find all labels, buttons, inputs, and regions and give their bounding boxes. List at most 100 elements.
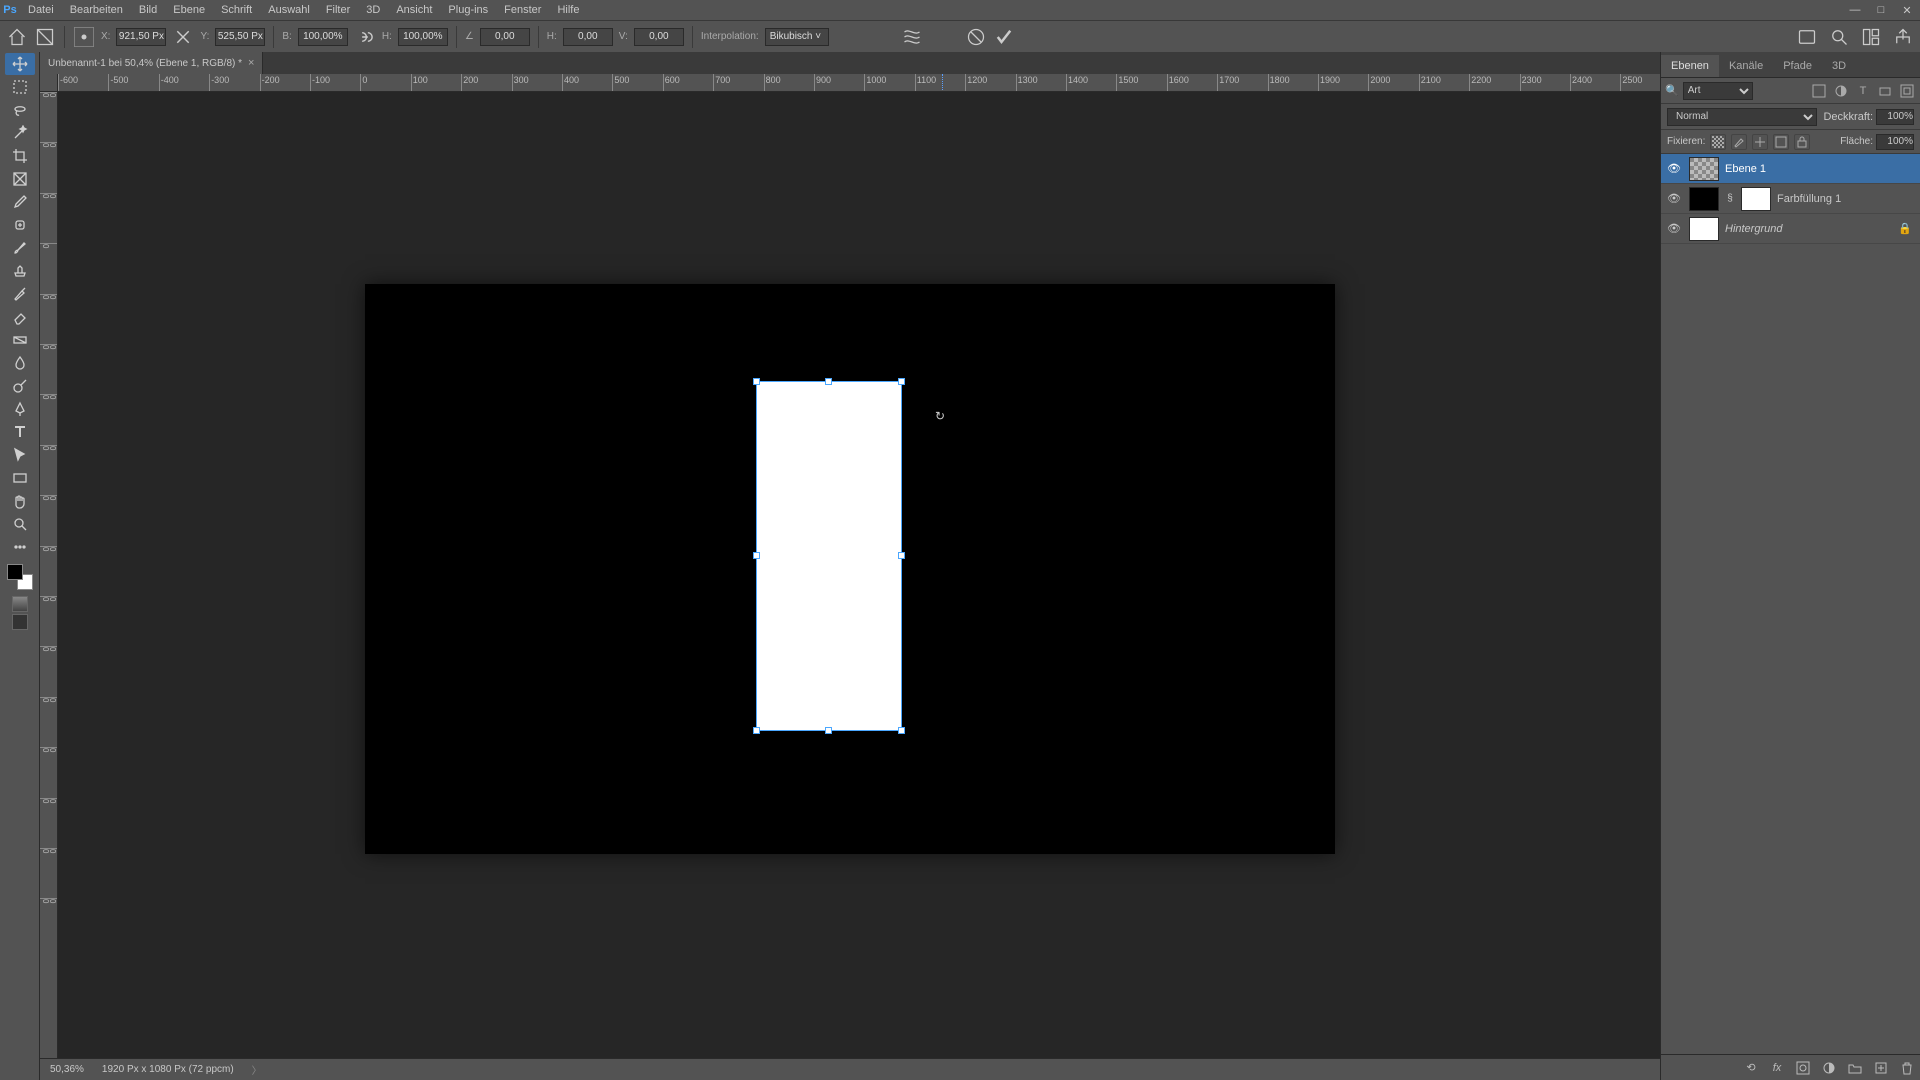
ruler-vertical[interactable]: - 3 0 0- 2 0 0- 1 0 001 0 02 0 03 0 04 0… [40,92,58,1058]
skew-v-input[interactable]: 0,00 [634,28,684,46]
filter-search-icon[interactable]: 🔍 [1665,84,1679,97]
tool-preset-icon[interactable] [34,26,56,48]
history-brush-tool[interactable] [5,283,35,305]
panel-tab-kanäle[interactable]: Kanäle [1719,55,1773,77]
color-swatches[interactable] [7,564,33,590]
zoom-level[interactable]: 50,36% [50,1064,84,1075]
menu-ansicht[interactable]: Ansicht [388,0,440,20]
gradient-tool[interactable] [5,329,35,351]
layer-fx-icon[interactable]: fx [1768,1059,1786,1077]
canvas-viewport[interactable]: ↻ [58,92,1660,1058]
menu-hilfe[interactable]: Hilfe [549,0,587,20]
path-select-tool[interactable] [5,444,35,466]
filter-type-icon[interactable]: T [1854,82,1872,100]
white-rectangle-shape[interactable] [756,381,902,731]
eraser-tool[interactable] [5,306,35,328]
document-info[interactable]: 1920 Px x 1080 Px (72 ppcm) [102,1064,234,1075]
menu-auswahl[interactable]: Auswahl [260,0,318,20]
menu-fenster[interactable]: Fenster [496,0,549,20]
window-close[interactable]: ✕ [1894,0,1920,20]
opacity-input[interactable] [1876,109,1914,125]
move-tool[interactable] [5,53,35,75]
lock-pixels-icon[interactable] [1731,134,1747,150]
h-input[interactable]: 100,00% [398,28,448,46]
filter-smart-icon[interactable] [1898,82,1916,100]
menu-ebene[interactable]: Ebene [165,0,213,20]
foreground-color-swatch[interactable] [7,564,23,580]
layer-row[interactable]: 👁Hintergrund🔒 [1661,214,1920,244]
y-input[interactable]: 525,50 Px [215,28,265,46]
menu-bearbeiten[interactable]: Bearbeiten [62,0,131,20]
brush-tool[interactable] [5,237,35,259]
layer-visibility-icon[interactable]: 👁 [1665,192,1683,205]
frame-tool[interactable] [5,168,35,190]
share-icon[interactable] [1892,26,1914,48]
menu-3d[interactable]: 3D [358,0,388,20]
angle-input[interactable]: 0,00 [480,28,530,46]
layer-link-icon[interactable]: § [1725,193,1735,204]
more-tools-icon[interactable] [5,536,35,558]
status-more-icon[interactable]: 〉 [252,1062,262,1077]
layer-mask-thumbnail[interactable] [1741,187,1771,211]
healing-tool[interactable] [5,214,35,236]
marquee-tool[interactable] [5,76,35,98]
menu-schrift[interactable]: Schrift [213,0,260,20]
document-tab[interactable]: Unbenannt-1 bei 50,4% (Ebene 1, RGB/8) *… [40,52,263,74]
delete-layer-icon[interactable] [1898,1059,1916,1077]
blur-tool[interactable] [5,352,35,374]
new-layer-icon[interactable] [1872,1059,1890,1077]
commit-transform-icon[interactable] [993,26,1015,48]
lock-position-icon[interactable] [1752,134,1768,150]
filter-adjust-icon[interactable] [1832,82,1850,100]
interp-select[interactable]: Bikubisch ˅ [765,28,829,46]
blend-mode-select[interactable]: Normal [1667,108,1817,126]
warp-icon[interactable] [901,26,923,48]
workspace-icon[interactable] [1860,26,1882,48]
lock-all-icon[interactable] [1794,134,1810,150]
layer-name[interactable]: Farbfüllung 1 [1777,193,1841,205]
layer-visibility-icon[interactable]: 👁 [1665,162,1683,175]
link-layers-icon[interactable]: ⟲ [1742,1059,1760,1077]
layer-list[interactable]: 👁Ebene 1👁§Farbfüllung 1👁Hintergrund🔒 [1661,154,1920,1054]
eyedropper-tool[interactable] [5,191,35,213]
layer-visibility-icon[interactable]: 👁 [1665,222,1683,235]
window-maximize[interactable]: □ [1868,0,1894,20]
add-mask-icon[interactable] [1794,1059,1812,1077]
window-minimize[interactable]: — [1842,0,1868,20]
search-icon[interactable] [1828,26,1850,48]
lock-transparent-icon[interactable] [1710,134,1726,150]
fill-input[interactable] [1876,134,1914,150]
ruler-origin[interactable] [40,74,58,92]
pen-tool[interactable] [5,398,35,420]
new-adjustment-icon[interactable] [1820,1059,1838,1077]
panel-tab-3d[interactable]: 3D [1822,55,1856,77]
hand-tool[interactable] [5,490,35,512]
filter-pixel-icon[interactable] [1810,82,1828,100]
cloud-docs-icon[interactable] [1796,26,1818,48]
w-input[interactable]: 100,00% [298,28,348,46]
layer-thumbnail[interactable] [1689,157,1719,181]
new-group-icon[interactable] [1846,1059,1864,1077]
cancel-transform-icon[interactable] [965,26,987,48]
menu-datei[interactable]: Datei [20,0,62,20]
menu-plug-ins[interactable]: Plug-ins [440,0,496,20]
layer-row[interactable]: 👁 Ebene 1 [1661,154,1920,184]
magic-wand-tool[interactable] [5,122,35,144]
menu-filter[interactable]: Filter [318,0,358,20]
crop-tool[interactable] [5,145,35,167]
layer-thumbnail[interactable] [1689,187,1719,211]
lasso-tool[interactable] [5,99,35,121]
dodge-tool[interactable] [5,375,35,397]
layer-row[interactable]: 👁 § Farbfüllung 1 [1661,184,1920,214]
panel-tab-pfade[interactable]: Pfade [1773,55,1822,77]
layer-name[interactable]: Hintergrund [1725,223,1782,235]
layer-name[interactable]: Ebene 1 [1725,163,1766,175]
rectangle-tool[interactable] [5,467,35,489]
close-tab-icon[interactable]: × [248,57,254,69]
lock-artboard-icon[interactable] [1773,134,1789,150]
zoom-tool[interactable] [5,513,35,535]
type-tool[interactable] [5,421,35,443]
reference-point-icon[interactable] [73,26,95,48]
quickmask-toggle[interactable] [12,596,28,612]
link-wh-icon[interactable] [354,26,376,48]
